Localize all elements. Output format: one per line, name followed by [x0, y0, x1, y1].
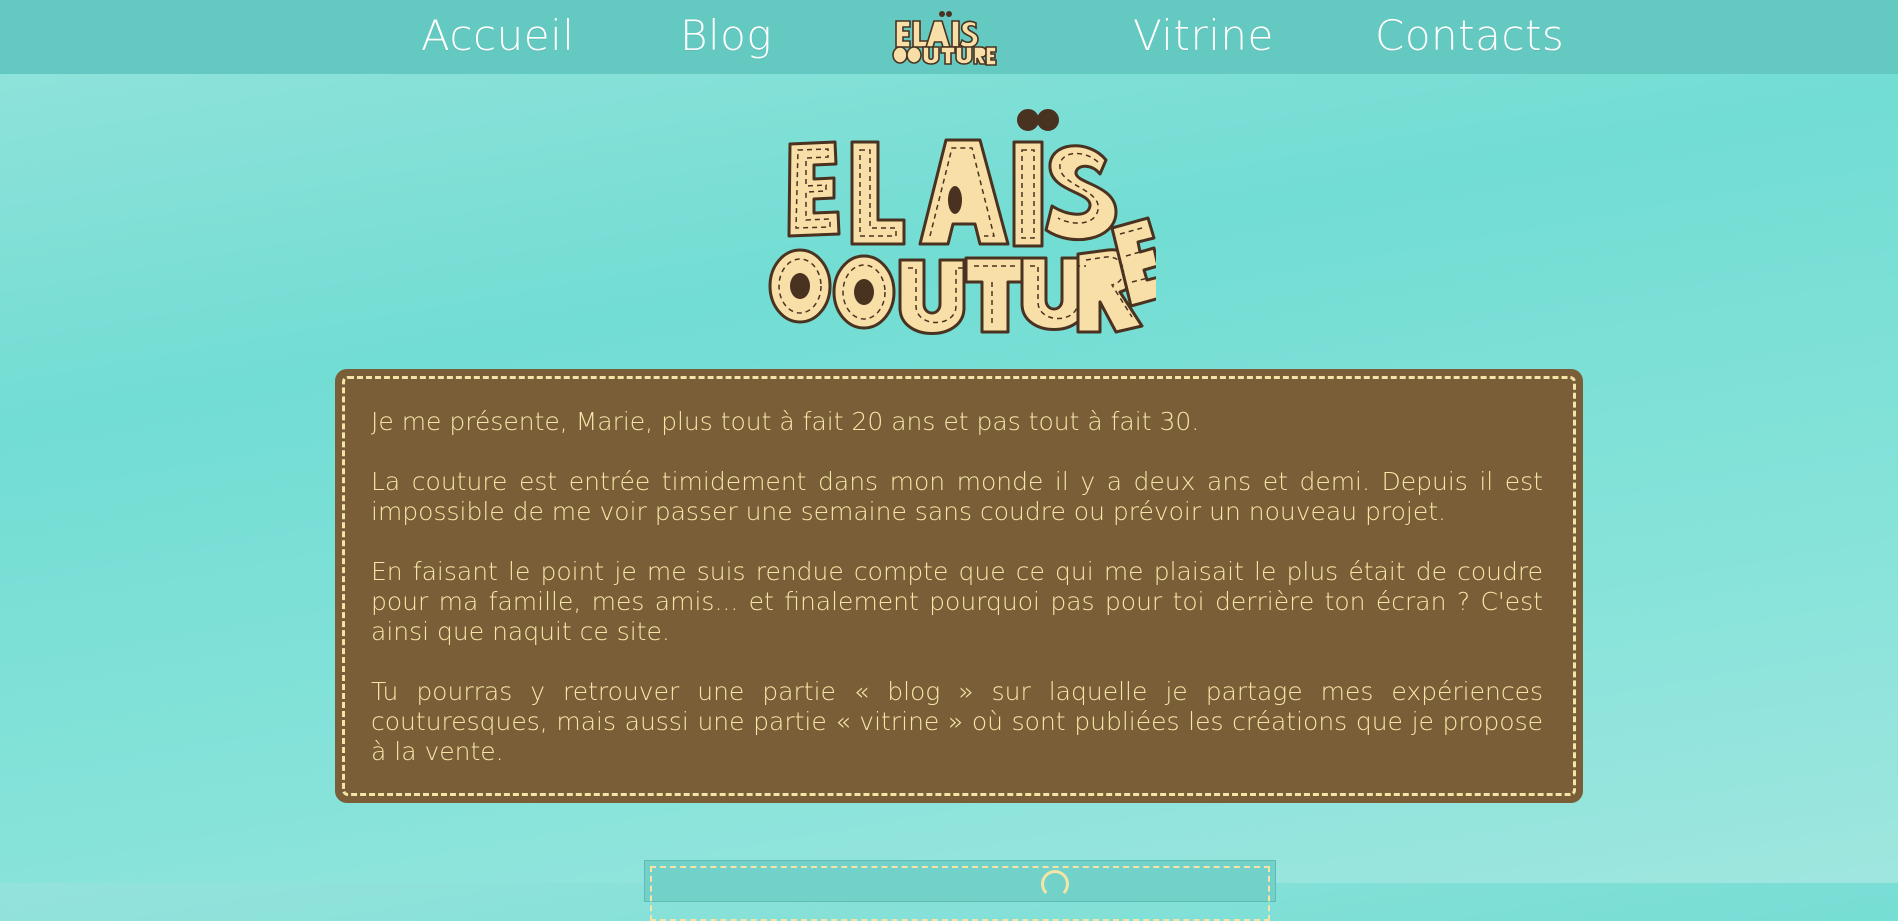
intro-paragraph: Je me présente, Marie, plus tout à fait …: [371, 407, 1200, 436]
intro-text: Je me présente, Marie, plus tout à fait …: [371, 407, 1543, 797]
intro-paragraph: La couture est entrée timidement dans mo…: [371, 467, 1543, 526]
nav-link-contacts[interactable]: Contacts: [1375, 6, 1564, 66]
nav-link-accueil[interactable]: Accueil: [421, 6, 574, 66]
next-section-box: [644, 860, 1276, 921]
intro-card: Je me présente, Marie, plus tout à fait …: [335, 369, 1583, 803]
top-navbar: Accueil Blog Vitrine Contacts: [0, 0, 1898, 74]
nav-link-vitrine[interactable]: Vitrine: [1133, 6, 1274, 66]
intro-paragraph: Tu pourras y retrouver une partie « blog…: [371, 677, 1543, 766]
elais-couture-hero-logo-icon: [760, 108, 1169, 336]
next-section-heading-icon: [1041, 870, 1069, 898]
elais-couture-nav-logo-icon[interactable]: [886, 7, 998, 67]
nav-link-blog[interactable]: Blog: [680, 6, 772, 66]
intro-paragraph: En faisant le point je me suis rendue co…: [371, 557, 1543, 646]
next-section-stitch-border: [650, 866, 1270, 921]
